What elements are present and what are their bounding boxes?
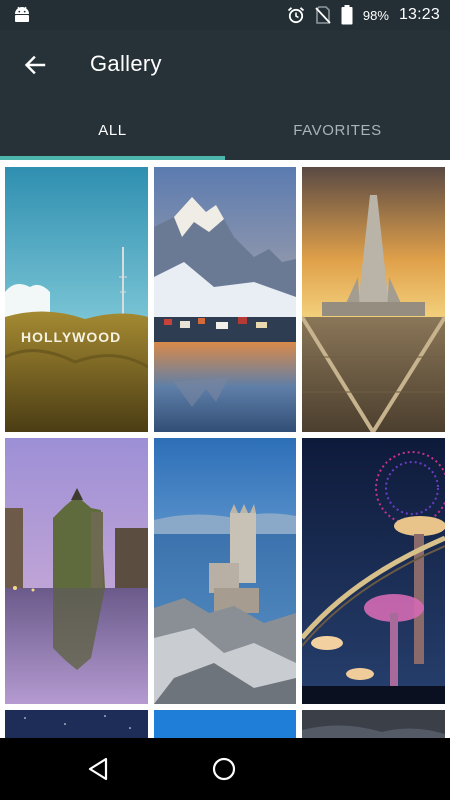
mountains-image — [154, 167, 296, 432]
no-sim-icon — [315, 6, 331, 24]
tab-all[interactable]: ALL — [0, 100, 225, 160]
alarm-icon — [287, 7, 305, 24]
river-castle-image — [5, 438, 148, 704]
gallery-item-blue-sky[interactable] — [154, 710, 296, 738]
hollywood-sign-text: HOLLYWOOD — [21, 329, 121, 345]
cliff-castle-image — [154, 438, 296, 704]
dark-clouds-image — [302, 710, 445, 738]
blue-sky-image — [154, 710, 296, 738]
clock-time: 13:23 — [398, 6, 440, 23]
app-bar: Gallery — [0, 30, 450, 100]
system-nav-bar — [0, 738, 450, 800]
gallery-item-church[interactable] — [302, 167, 445, 432]
gallery-item-mountains[interactable] — [154, 167, 296, 432]
gallery-grid[interactable]: HOLLYWOOD — [0, 160, 450, 738]
battery-icon — [341, 5, 353, 25]
gallery-item-night-sky[interactable] — [5, 710, 148, 738]
arrow-back-icon — [24, 55, 46, 75]
android-icon — [15, 6, 29, 22]
gallery-item-cliff-castle[interactable] — [154, 438, 296, 704]
nav-back-triangle-icon[interactable] — [84, 754, 114, 784]
gallery-item-river-castle[interactable] — [5, 438, 148, 704]
night-sky-image — [5, 710, 148, 738]
page-title: Gallery — [90, 51, 162, 76]
status-bar: 98% 13:23 — [0, 0, 450, 30]
tab-favorites[interactable]: FAVORITES — [225, 100, 450, 160]
church-image — [302, 167, 445, 432]
battery-percent: 98% — [362, 7, 389, 23]
tab-bar: ALL FAVORITES — [0, 100, 450, 160]
supertrees-image — [302, 438, 445, 704]
back-button[interactable] — [18, 50, 52, 80]
hollywood-image: HOLLYWOOD — [5, 167, 148, 432]
nav-home-circle-icon[interactable] — [209, 754, 239, 784]
tab-favorites-label: FAVORITES — [293, 121, 382, 139]
tab-all-label: ALL — [98, 121, 127, 139]
gallery-item-supertrees[interactable] — [302, 438, 445, 704]
gallery-item-hollywood[interactable]: HOLLYWOOD — [5, 167, 148, 432]
gallery-item-dark-clouds[interactable] — [302, 710, 445, 738]
